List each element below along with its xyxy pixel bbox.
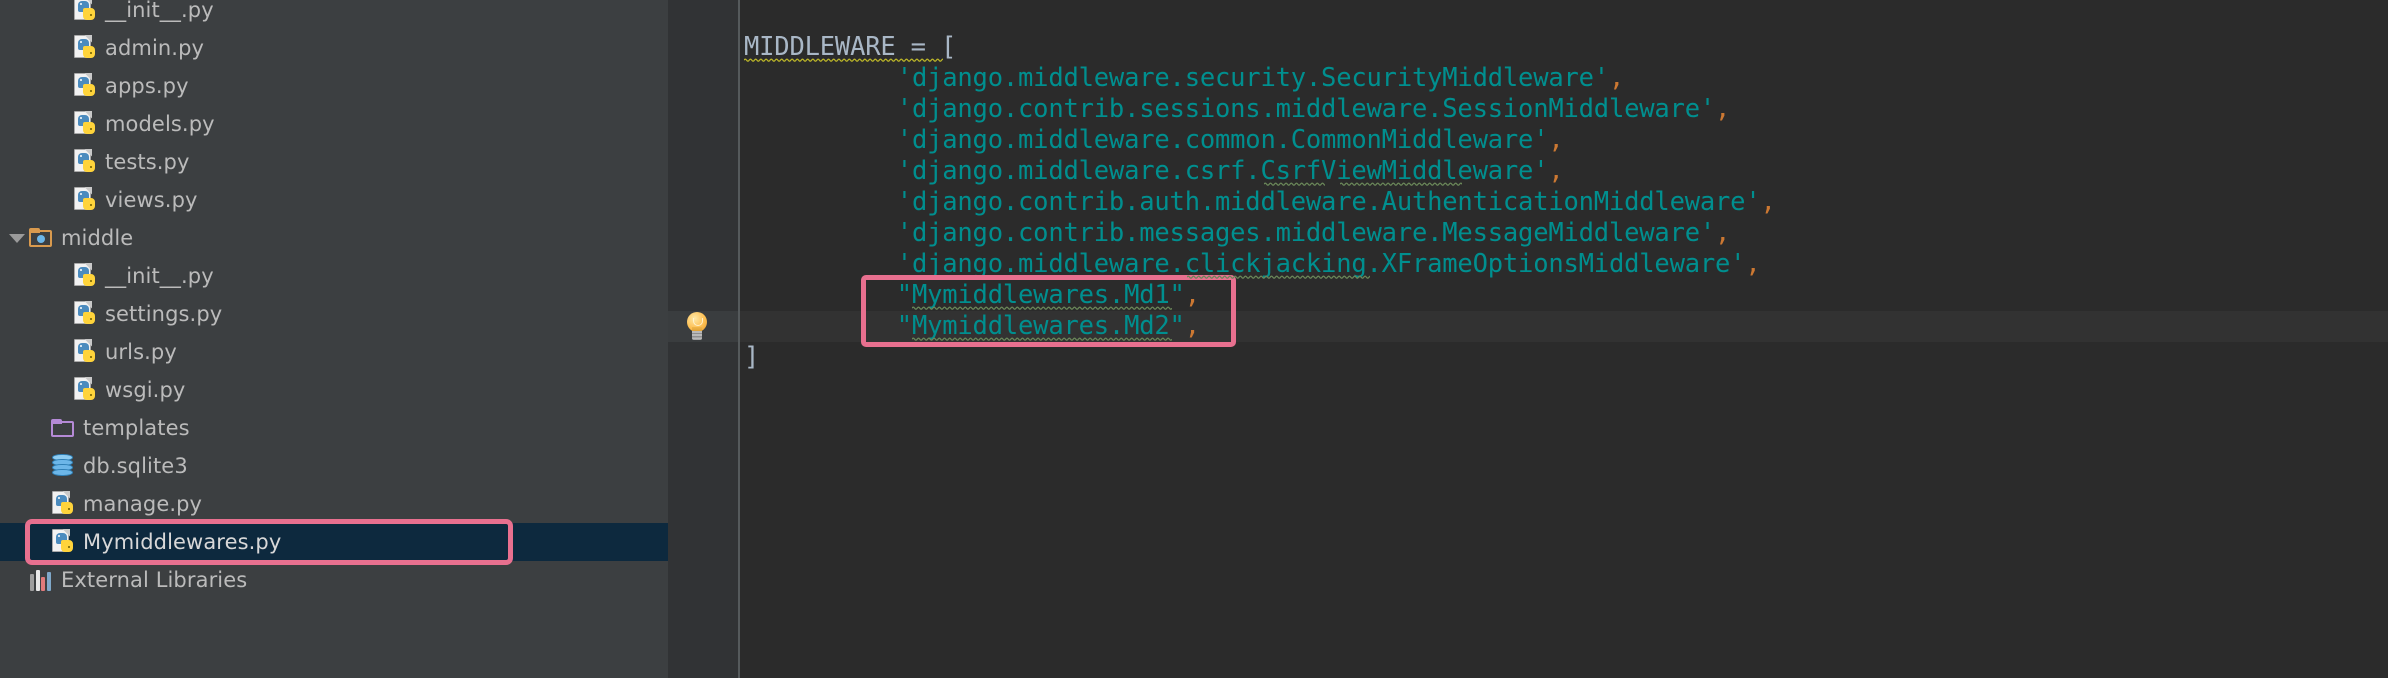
tree-item-label: __init__.py xyxy=(105,264,214,288)
external-libraries-icon xyxy=(28,561,54,599)
tree-item--init-py[interactable]: __init__.py xyxy=(0,257,668,295)
code-line[interactable]: ] xyxy=(744,342,759,373)
code-token-punctuation: , xyxy=(1745,249,1761,279)
tree-item-templates[interactable]: templates xyxy=(0,409,668,447)
code-token-string: 'django.middleware.common.CommonMiddlewa… xyxy=(896,125,1549,155)
inspection-squiggle xyxy=(1187,274,1371,279)
python-file-icon xyxy=(72,67,98,105)
inspection-squiggle xyxy=(912,336,1172,341)
tree-arrow-placeholder xyxy=(6,561,28,599)
tree-arrow-placeholder xyxy=(50,29,72,67)
tree-arrow-placeholder xyxy=(50,67,72,105)
tree-item-urls-py[interactable]: urls.py xyxy=(0,333,668,371)
code-line[interactable]: 'django.contrib.messages.middleware.Mess… xyxy=(896,218,1731,249)
inspection-squiggle xyxy=(1339,181,1463,186)
code-token-punctuation: , xyxy=(1715,218,1731,248)
lightbulb-icon[interactable] xyxy=(684,312,710,342)
tree-arrow-placeholder xyxy=(50,105,72,143)
tree-item-db-sqlite3[interactable]: db.sqlite3 xyxy=(0,447,668,485)
code-token-punctuation: , xyxy=(1608,63,1625,93)
code-line[interactable]: 'django.middleware.security.SecurityMidd… xyxy=(896,63,1625,94)
tree-arrow-placeholder xyxy=(28,409,50,447)
folder-icon xyxy=(50,409,76,447)
editor-gutter[interactable] xyxy=(668,0,739,678)
tree-item-label: wsgi.py xyxy=(105,378,186,402)
code-token-punctuation: , xyxy=(1184,311,1200,341)
tree-item-label: tests.py xyxy=(105,150,190,174)
tree-item-middle[interactable]: middle xyxy=(0,219,668,257)
chevron-down-icon[interactable] xyxy=(6,219,28,257)
tree-arrow-placeholder xyxy=(50,0,72,29)
tree-arrow-placeholder xyxy=(28,523,50,561)
tree-item-manage-py[interactable]: manage.py xyxy=(0,485,668,523)
code-token-punctuation: , xyxy=(1184,280,1200,310)
tree-item-settings-py[interactable]: settings.py xyxy=(0,295,668,333)
code-token-bracket: ] xyxy=(744,342,760,372)
tree-arrow-placeholder xyxy=(50,143,72,181)
python-file-icon xyxy=(72,333,98,371)
tree-item-admin-py[interactable]: admin.py xyxy=(0,29,668,67)
code-token-bracket: [ xyxy=(941,32,957,62)
ide-window: __init__.py admin.py apps.py models.py tests… xyxy=(0,0,2388,678)
code-token-string: 'django.contrib.auth.middleware.Authenti… xyxy=(896,187,1761,217)
tree-item-label: settings.py xyxy=(105,302,223,326)
code-line[interactable]: 'django.middleware.csrf.CsrfViewMiddlewa… xyxy=(897,156,1564,187)
python-file-icon xyxy=(72,105,98,143)
code-editor[interactable]: MIDDLEWARE = ['django.middleware.securit… xyxy=(740,0,2388,678)
tree-arrow-placeholder xyxy=(50,181,72,219)
tree-item-tests-py[interactable]: tests.py xyxy=(0,143,668,181)
tree-item-label: views.py xyxy=(105,188,198,212)
inspection-squiggle xyxy=(912,305,1172,310)
python-file-icon xyxy=(72,143,98,181)
tree-item-views-py[interactable]: views.py xyxy=(0,181,668,219)
tree-item-external-libraries[interactable]: External Libraries xyxy=(0,561,668,599)
module-folder-icon xyxy=(28,219,54,257)
tree-arrow-placeholder xyxy=(50,333,72,371)
tree-item-label: middle xyxy=(61,226,134,250)
tree-arrow-placeholder xyxy=(50,371,72,409)
python-file-icon xyxy=(50,523,76,561)
code-token-punctuation: , xyxy=(1715,94,1731,124)
code-token-punctuation: , xyxy=(1760,187,1776,217)
tree-item-label: apps.py xyxy=(105,74,189,98)
python-file-icon xyxy=(72,371,98,409)
tree-item-label: urls.py xyxy=(105,340,177,364)
code-token-punctuation: , xyxy=(1548,156,1564,186)
tree-item-label: templates xyxy=(83,416,190,440)
code-token-string: 'django.contrib.messages.middleware.Mess… xyxy=(896,218,1716,248)
code-line[interactable]: 'django.contrib.sessions.middleware.Sess… xyxy=(896,94,1731,125)
database-icon xyxy=(50,447,76,485)
project-tool-window[interactable]: __init__.py admin.py apps.py models.py tests… xyxy=(0,0,668,678)
tree-arrow-placeholder xyxy=(28,447,50,485)
python-file-icon xyxy=(72,0,98,29)
inspection-squiggle xyxy=(1263,181,1325,186)
tree-item-label: External Libraries xyxy=(61,568,248,592)
tree-item-label: manage.py xyxy=(83,492,203,516)
python-file-icon xyxy=(72,257,98,295)
python-file-icon xyxy=(72,29,98,67)
tree-item-label: models.py xyxy=(105,112,215,136)
tree-item-label: db.sqlite3 xyxy=(83,454,188,478)
tree-item-label: admin.py xyxy=(105,36,205,60)
tree-item-label: Mymiddlewares.py xyxy=(83,530,282,554)
tree-item-apps-py[interactable]: apps.py xyxy=(0,67,668,105)
tree-arrow-placeholder xyxy=(50,295,72,333)
code-token-string: 'django.middleware.security.SecurityMidd… xyxy=(896,63,1609,93)
tree-item-models-py[interactable]: models.py xyxy=(0,105,668,143)
tree-item--init-py[interactable]: __init__.py xyxy=(0,0,668,29)
tree-item-wsgi-py[interactable]: wsgi.py xyxy=(0,371,668,409)
inspection-squiggle xyxy=(744,57,943,62)
python-file-icon xyxy=(72,181,98,219)
code-token-string: 'django.contrib.sessions.middleware.Sess… xyxy=(896,94,1716,124)
python-file-icon xyxy=(72,295,98,333)
tree-arrow-placeholder xyxy=(28,485,50,523)
python-file-icon xyxy=(50,485,76,523)
tree-arrow-placeholder xyxy=(50,257,72,295)
code-line[interactable]: 'django.contrib.auth.middleware.Authenti… xyxy=(897,187,1776,218)
tree-item-label: __init__.py xyxy=(105,0,214,22)
code-line[interactable]: 'django.middleware.common.CommonMiddlewa… xyxy=(897,125,1564,156)
code-token-punctuation: , xyxy=(1548,125,1564,155)
tree-item-mymiddlewares-py[interactable]: Mymiddlewares.py xyxy=(0,523,668,561)
